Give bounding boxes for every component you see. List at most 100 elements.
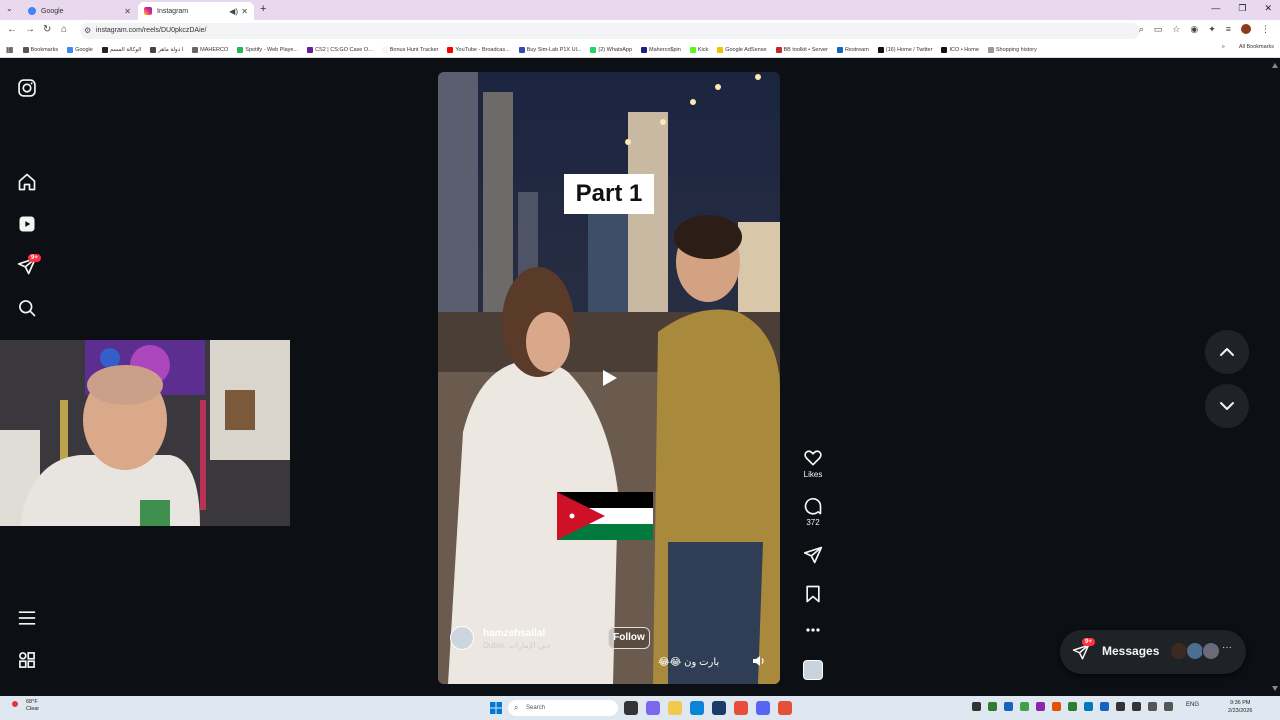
tray-icon[interactable] [1116,702,1125,711]
bookmark-item[interactable]: Shopping history [987,46,1037,53]
tray-icon[interactable] [972,702,981,711]
reload-icon[interactable]: ↻ [43,24,51,35]
heart-icon[interactable] [803,448,823,468]
copilot-icon[interactable] [646,701,660,715]
address-bar[interactable]: ⚙ instagram.com/reels/DU0pkczDAie/ [80,23,1140,39]
more-dots-icon[interactable] [803,624,823,636]
page-scrollbar[interactable] [1272,58,1280,696]
profile-avatar[interactable] [1241,24,1251,34]
bookmark-item[interactable]: (16) Home / Twitter [877,46,932,53]
menu-icon[interactable] [17,608,37,628]
window-close-icon[interactable]: ✕ [1264,3,1272,14]
apps-grid-icon[interactable]: ▦ [6,45,14,54]
bookmark-item[interactable]: Restream [836,46,869,53]
more-options-action[interactable] [800,624,826,636]
audio-indicator-icon[interactable]: ◉ [1190,24,1198,35]
tab-google[interactable]: Google ✕ [22,2,137,20]
save-action[interactable] [800,584,826,604]
search-icon[interactable] [17,298,37,318]
owner-username[interactable]: hamzehsallal [483,628,545,639]
taskbar-search[interactable]: ⌕ Search [508,700,618,716]
bookmark-item[interactable]: Google AdSense [717,46,767,53]
tray-icon[interactable] [1004,702,1013,711]
store-icon[interactable] [712,701,726,715]
weather-widget[interactable]: 68°F Clear [12,699,39,713]
previous-reel-button[interactable] [1205,330,1249,374]
zoom-icon[interactable]: ⌕ [1139,24,1144,35]
bookmark-icon[interactable] [803,584,823,604]
share-action[interactable] [800,545,826,565]
minimize-icon[interactable]: — [1211,3,1220,14]
app-icon[interactable] [778,701,792,715]
discord-icon[interactable] [756,701,770,715]
audio-toggle-icon[interactable] [751,654,765,668]
tray-icon[interactable] [1020,702,1029,711]
language-indicator[interactable]: ENG [1186,702,1199,708]
owner-location[interactable]: Dubai, دبي الإمارات [483,641,550,650]
extensions-icon[interactable]: ✦ [1208,24,1216,35]
comment-action[interactable]: 372 [800,496,826,527]
bookmark-item[interactable]: Kick [689,46,708,53]
bookmark-star-icon[interactable]: ☆ [1172,24,1180,35]
bookmark-item[interactable]: Bookmarks [22,46,58,53]
bookmark-item[interactable]: Buy Sim-Lab P1X Ul... [518,46,581,53]
tray-icon[interactable] [1100,702,1109,711]
audio-thumbnail[interactable] [803,660,823,680]
owner-avatar-wrap[interactable] [450,626,474,650]
bookmark-item[interactable]: Bonus Hunt Tracker [381,46,438,53]
file-explorer-icon[interactable] [668,701,682,715]
comment-icon[interactable] [803,496,823,516]
messages-button[interactable]: 9+ Messages ··· [1060,630,1246,674]
task-view-icon[interactable] [624,701,638,715]
scroll-down-arrow-icon[interactable] [1272,686,1278,692]
cast-icon[interactable]: ▭ [1154,24,1163,35]
edge-icon[interactable] [690,701,704,715]
more-apps-icon[interactable] [17,650,37,670]
reel-video[interactable]: Part 1 hamzehsallal Dubai, دبي الإمارات … [438,72,780,684]
share-icon[interactable] [803,545,823,565]
bookmark-item[interactable]: (2) WhatsApp [590,46,632,53]
clock[interactable]: 9:36 PM 2/23/2026 [1228,699,1252,715]
microphone-icon[interactable] [1164,702,1173,711]
tray-icon[interactable] [988,702,997,711]
next-reel-button[interactable] [1205,384,1249,428]
close-tab-icon[interactable]: ✕ [241,7,248,16]
like-action[interactable]: Likes [800,448,826,479]
chrome-icon[interactable] [734,701,748,715]
back-icon[interactable]: ← [7,24,17,35]
instagram-logo-icon[interactable] [17,78,37,98]
tray-icon[interactable] [1052,702,1061,711]
site-info-icon[interactable]: ⚙ [84,23,91,39]
tray-icon[interactable] [1132,702,1141,711]
bookmark-item[interactable]: Google [67,46,93,53]
all-bookmarks-button[interactable]: All Bookmarks [1239,44,1274,50]
tab-groups-icon[interactable]: ≡ [1226,24,1231,35]
restore-icon[interactable]: ❐ [1238,3,1246,14]
tab-instagram[interactable]: Instagram ◀) ✕ [138,2,254,20]
tray-icon[interactable] [1148,702,1157,711]
bookmark-item[interactable]: BB toolkit • Server [775,46,828,53]
browser-menu-icon[interactable]: ⋮ [1261,24,1270,35]
tray-icon[interactable] [1036,702,1045,711]
windows-start-icon[interactable] [490,702,502,714]
tab-audio-icon[interactable]: ◀) [229,7,238,16]
scroll-up-arrow-icon[interactable] [1272,62,1278,68]
follow-button[interactable]: Follow [608,627,650,649]
bookmark-item[interactable]: CS2 | CS:GO Case O... [307,46,373,53]
tab-search-chevron-icon[interactable]: ⌄ [6,4,13,13]
bookmark-item[interactable]: YouTube - Broadcas... [447,46,510,53]
bookmark-item[interactable]: MAHERCO [192,46,228,53]
bookmarks-overflow-icon[interactable]: » [1222,44,1225,50]
play-icon[interactable] [599,368,619,388]
home-icon[interactable] [17,172,37,192]
forward-icon[interactable]: → [25,24,35,35]
bookmark-item[interactable]: الوكالة المسم [101,46,141,53]
bookmark-item[interactable]: Spotify - Web Playe... [237,46,298,53]
close-tab-icon[interactable]: ✕ [124,7,131,16]
bookmark-item[interactable]: ICO • Home [941,46,979,53]
reels-icon[interactable] [17,214,37,234]
bluetooth-icon[interactable] [1084,702,1093,711]
tray-icon[interactable] [1068,702,1077,711]
home-browser-icon[interactable]: ⌂ [61,24,67,35]
new-tab-button[interactable]: + [260,3,266,15]
